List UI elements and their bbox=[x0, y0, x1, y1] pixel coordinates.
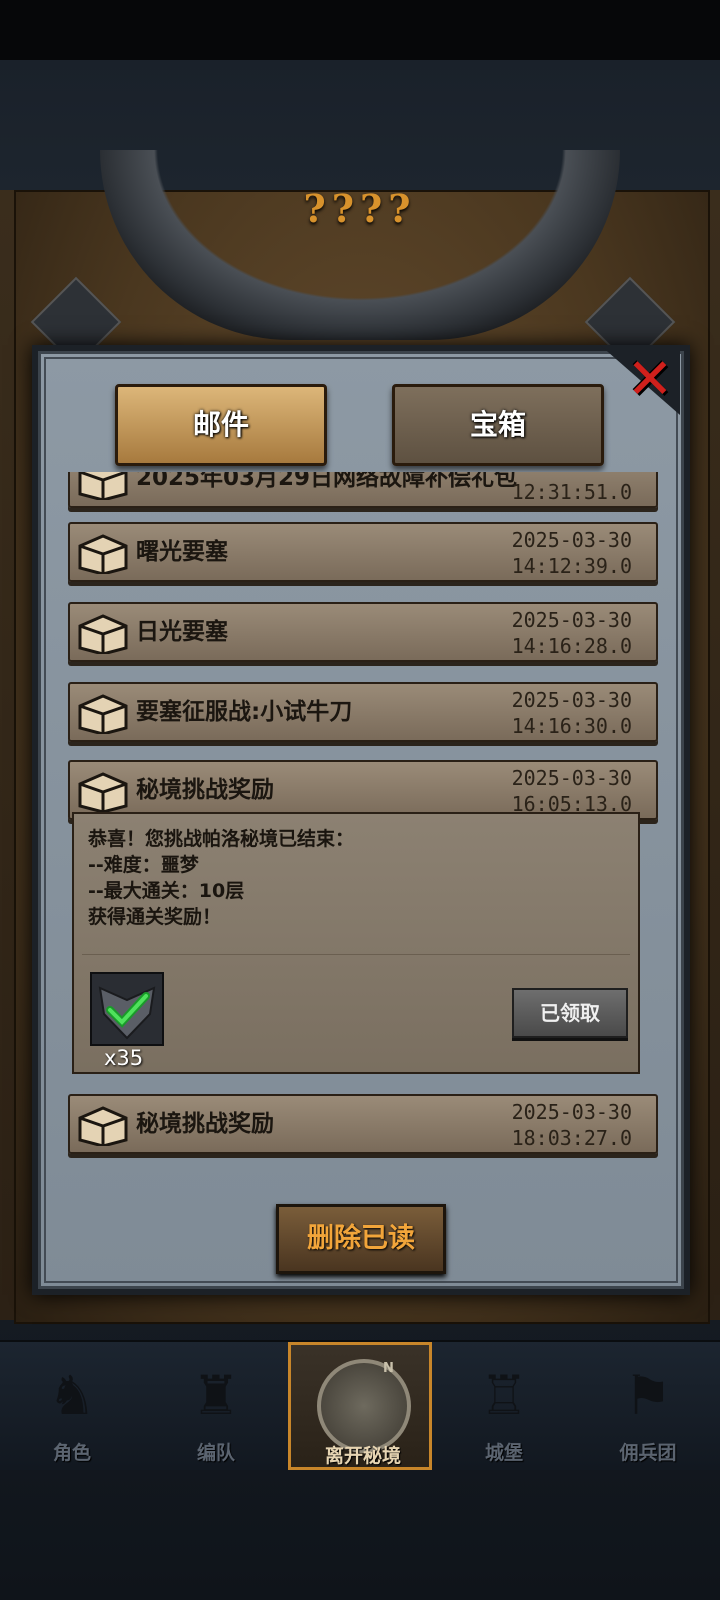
compass-north-label: N bbox=[383, 1361, 394, 1376]
nav-label: 离开秘境 bbox=[324, 1445, 401, 1467]
mail-title: 2025年03月29日网络故障补偿礼包 bbox=[136, 472, 518, 491]
mail-item[interactable]: 2025年03月29日网络故障补偿礼包 12:31:51.0 bbox=[68, 472, 658, 508]
mail-body-line: 获得通关奖励！ bbox=[88, 906, 222, 928]
mail-title: 秘境挑战奖励 bbox=[136, 1111, 274, 1137]
claimed-button[interactable]: 已领取 bbox=[512, 988, 628, 1038]
nav-label: 角色 bbox=[52, 1442, 91, 1464]
reward-quantity: x35 bbox=[104, 1046, 144, 1070]
nav-label: 编队 bbox=[196, 1442, 235, 1464]
mail-detail: 恭喜！您挑战帕洛秘境已结束： --难度：噩梦 --最大通关：10层 获得通关奖励… bbox=[72, 812, 640, 1074]
map-title: ???? bbox=[303, 186, 417, 231]
castle-icon: ♖ bbox=[479, 1364, 529, 1427]
chest-icon bbox=[78, 614, 128, 654]
tab-mail[interactable]: 邮件 bbox=[115, 384, 327, 466]
compass-icon: N bbox=[317, 1359, 411, 1453]
mail-item[interactable]: 要塞征服战:小试牛刀 2025-03-30 14:16:30.0 bbox=[68, 682, 658, 742]
mail-title: 秘境挑战奖励 bbox=[136, 777, 274, 803]
mail-title: 要塞征服战:小试牛刀 bbox=[136, 699, 353, 725]
emblem-check-icon bbox=[98, 986, 156, 1040]
nav-item-castle[interactable]: ♖ 城堡 bbox=[432, 1342, 576, 1470]
delete-read-button[interactable]: 删除已读 bbox=[276, 1204, 446, 1274]
nav-item-mercenary[interactable]: ⚑ 佣兵团 bbox=[576, 1342, 720, 1470]
chest-icon bbox=[78, 1106, 128, 1146]
mail-title: 日光要塞 bbox=[136, 619, 228, 645]
nav-item-leave-realm[interactable]: N 离开秘境 bbox=[288, 1342, 432, 1470]
mail-item[interactable]: 日光要塞 2025-03-30 14:16:28.0 bbox=[68, 602, 658, 662]
reward-item-slot[interactable] bbox=[90, 972, 164, 1046]
nav-item-character[interactable]: ♞ 角色 bbox=[0, 1342, 144, 1470]
mail-item[interactable]: 秘境挑战奖励 2025-03-30 18:03:27.0 bbox=[68, 1094, 658, 1154]
helmet-icon: ♜ bbox=[191, 1364, 241, 1427]
mail-title: 曙光要塞 bbox=[136, 539, 228, 565]
mail-time: 14:16:28.0 bbox=[511, 634, 632, 658]
game-screen: ???? ✕ 邮件 宝箱 2025年03月29日网络故障补偿礼包 12:31:5… bbox=[0, 0, 720, 1600]
mail-body-line: 恭喜！您挑战帕洛秘境已结束： bbox=[88, 828, 355, 850]
mail-date: 2025-03-30 bbox=[511, 608, 632, 632]
mail-item-expanded[interactable]: 秘境挑战奖励 2025-03-30 16:05:13.0 bbox=[68, 760, 658, 820]
mail-time: 14:16:30.0 bbox=[511, 714, 632, 738]
nav-label: 城堡 bbox=[484, 1442, 523, 1464]
mail-date: 2025-03-30 bbox=[511, 1100, 632, 1124]
mail-body: 恭喜！您挑战帕洛秘境已结束： --难度：噩梦 --最大通关：10层 获得通关奖励… bbox=[88, 826, 354, 930]
mail-item[interactable]: 曙光要塞 2025-03-30 14:12:39.0 bbox=[68, 522, 658, 582]
mail-date: 2025-03-30 bbox=[511, 766, 632, 790]
tab-chest[interactable]: 宝箱 bbox=[392, 384, 604, 466]
bottom-nav: ♞ 角色 ♜ 编队 N 离开秘境 ♖ 城堡 ⚑ 佣兵团 bbox=[0, 1340, 720, 1470]
mail-body-line: --难度：噩梦 bbox=[88, 854, 199, 876]
mail-body-line: --最大通关：10层 bbox=[88, 880, 245, 902]
chest-icon bbox=[78, 534, 128, 574]
chest-icon bbox=[78, 772, 128, 812]
nav-item-formation[interactable]: ♜ 编队 bbox=[144, 1342, 288, 1470]
nav-label: 佣兵团 bbox=[619, 1442, 677, 1464]
mail-date: 2025-03-30 bbox=[511, 688, 632, 712]
flag-icon: ⚑ bbox=[623, 1364, 673, 1427]
mail-time: 12:31:51.0 bbox=[511, 480, 632, 504]
divider bbox=[82, 954, 630, 955]
close-icon[interactable]: ✕ bbox=[620, 350, 680, 410]
chest-icon bbox=[78, 472, 128, 500]
knight-icon: ♞ bbox=[47, 1364, 97, 1427]
mail-time: 14:12:39.0 bbox=[511, 554, 632, 578]
chest-icon bbox=[78, 694, 128, 734]
mail-date: 2025-03-30 bbox=[511, 528, 632, 552]
mail-time: 18:03:27.0 bbox=[511, 1126, 632, 1150]
